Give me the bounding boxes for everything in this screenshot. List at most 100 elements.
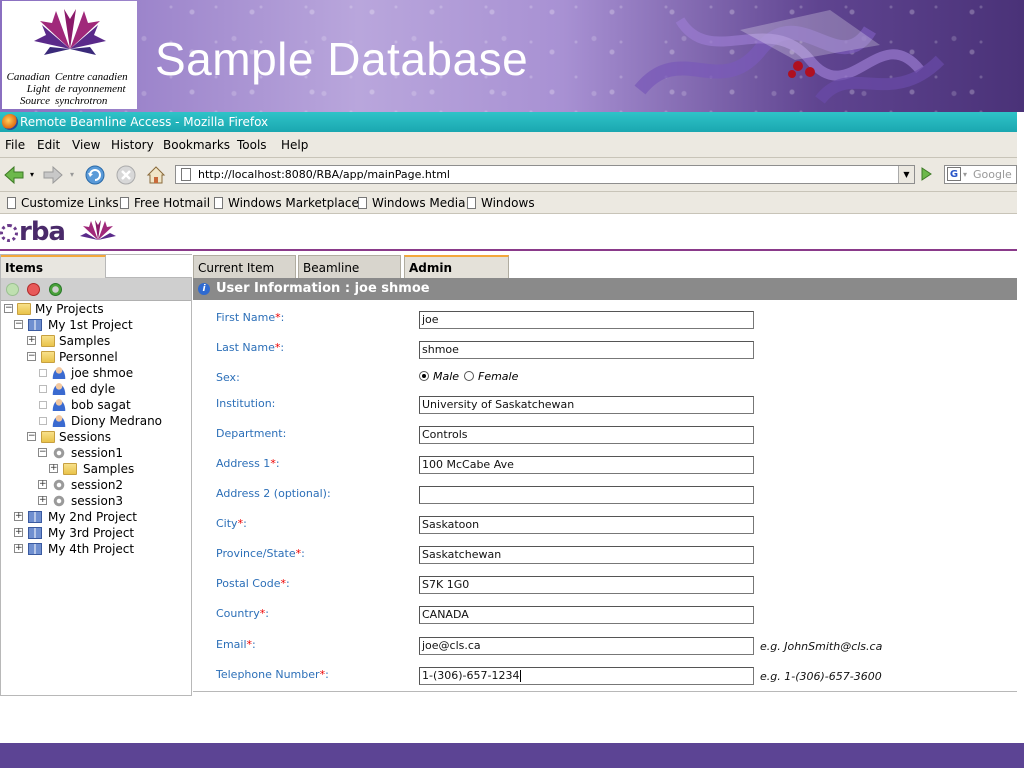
stop-icon[interactable] <box>115 164 137 186</box>
menu-view[interactable]: View <box>72 138 100 152</box>
address-1-input[interactable]: 100 McCabe Ave <box>419 456 754 474</box>
menu-help[interactable]: Help <box>281 138 308 152</box>
forward-arrow-icon[interactable] <box>42 164 64 186</box>
province-state-input[interactable]: Saskatchewan <box>419 546 754 564</box>
tree-label: My Projects <box>35 302 104 316</box>
delete-item-icon[interactable] <box>27 283 40 296</box>
postal-code-input[interactable]: S7K 1G0 <box>419 576 754 594</box>
refresh-items-icon[interactable] <box>49 283 62 296</box>
tree-label: Personnel <box>59 350 118 364</box>
reload-icon[interactable] <box>84 164 106 186</box>
expand-icon[interactable]: + <box>14 528 23 537</box>
url-dropdown-icon[interactable]: ▼ <box>898 166 914 183</box>
expand-icon[interactable]: + <box>49 464 58 473</box>
gear-icon <box>52 447 66 459</box>
postal-code-label: Postal Code*: <box>216 577 290 590</box>
tree-label: My 3rd Project <box>48 526 135 540</box>
institution-input[interactable]: University of Saskatchewan <box>419 396 754 414</box>
required-marker: * <box>319 668 326 681</box>
book-icon <box>28 319 42 331</box>
required-marker: * <box>280 577 286 590</box>
address-1-label: Address 1*: <box>216 457 280 470</box>
institution-label: Institution: <box>216 397 276 410</box>
last-name-input[interactable]: shmoe <box>419 341 754 359</box>
url-bar[interactable]: http://localhost:8080/RBA/app/mainPage.h… <box>175 165 915 184</box>
menu-file[interactable]: File <box>5 138 25 152</box>
expand-icon[interactable]: + <box>14 512 23 521</box>
link-windows-media[interactable]: Windows Media <box>356 196 465 210</box>
menu-tools[interactable]: Tools <box>237 138 267 152</box>
sex-male-label[interactable]: Male <box>433 370 459 383</box>
window-titlebar[interactable]: Remote Beamline Access - Mozilla Firefox <box>0 112 1017 132</box>
go-arrow-icon[interactable] <box>918 166 934 182</box>
person-icon <box>52 367 66 379</box>
address-2-input[interactable] <box>419 486 754 504</box>
sex-female-radio[interactable] <box>464 371 474 381</box>
expand-icon[interactable]: + <box>38 480 47 489</box>
window-title: Remote Beamline Access - Mozilla Firefox <box>20 115 269 129</box>
label-text: Postal Code <box>216 577 281 590</box>
page-icon <box>181 168 191 181</box>
tab-items[interactable]: Items <box>1 255 106 278</box>
google-search-icon[interactable]: G <box>947 167 961 181</box>
address-2-label: Address 2 (optional): <box>216 487 331 500</box>
page-icon <box>467 197 476 209</box>
form-header: i User Information : joe shmoe <box>193 278 1017 300</box>
form-title: User Information : joe shmoe <box>216 281 430 296</box>
back-arrow-icon[interactable] <box>3 164 25 186</box>
collapse-icon[interactable]: − <box>14 320 23 329</box>
tree-label: My 4th Project <box>48 542 135 556</box>
country-input[interactable]: CANADA <box>419 606 754 624</box>
email-hint: e.g. JohnSmith@cls.ca <box>760 640 883 653</box>
city-input[interactable]: Saskatoon <box>419 516 754 534</box>
link-label: Free Hotmail <box>134 196 211 210</box>
collapse-icon[interactable]: − <box>38 448 47 457</box>
logo-line: Source <box>19 95 50 107</box>
telephone-input[interactable]: 1-(306)-657-1234 <box>419 667 754 685</box>
logo-line: Light <box>26 83 50 95</box>
back-dropdown-icon[interactable]: ▾ <box>30 170 34 179</box>
menu-bookmarks[interactable]: Bookmarks <box>163 138 230 152</box>
menu-edit[interactable]: Edit <box>37 138 60 152</box>
text-caret <box>520 670 522 682</box>
menu-history[interactable]: History <box>111 138 154 152</box>
collapse-icon[interactable]: − <box>4 304 13 313</box>
tree-label: joe shmoe <box>71 366 134 380</box>
telephone-value: 1-(306)-657-1234 <box>422 669 520 682</box>
link-free-hotmail[interactable]: Free Hotmail <box>118 196 210 210</box>
required-marker: * <box>237 517 244 530</box>
collapse-icon[interactable]: − <box>27 432 36 441</box>
first-name-input[interactable]: joe <box>419 311 754 329</box>
main-tabs: Current Item Beamline Admin <box>193 254 1017 278</box>
checkbox[interactable] <box>39 385 47 393</box>
checkbox[interactable] <box>39 417 47 425</box>
collapse-icon[interactable]: − <box>27 352 36 361</box>
book-icon <box>28 527 42 539</box>
sex-female-label[interactable]: Female <box>478 370 518 383</box>
expand-icon[interactable]: + <box>14 544 23 553</box>
label-text: Last Name <box>216 341 275 354</box>
search-engine-dropdown-icon[interactable]: ▾ <box>963 166 967 183</box>
email-input[interactable]: joe@cls.ca <box>419 637 754 655</box>
sex-male-radio[interactable] <box>419 371 429 381</box>
expand-icon[interactable]: + <box>27 336 36 345</box>
person-icon <box>52 399 66 411</box>
forward-dropdown-icon[interactable]: ▾ <box>70 170 74 179</box>
tab-admin[interactable]: Admin <box>404 255 509 278</box>
first-name-label: First Name*: <box>216 311 285 324</box>
department-label: Department: <box>216 427 287 440</box>
checkbox[interactable] <box>39 401 47 409</box>
link-customize-links[interactable]: Customize Links <box>5 196 119 210</box>
search-bar[interactable]: G ▾ Google <box>944 165 1017 184</box>
home-icon[interactable] <box>145 164 167 186</box>
add-item-icon[interactable] <box>6 283 19 296</box>
link-windows[interactable]: Windows <box>465 196 535 210</box>
tab-current-item[interactable]: Current Item <box>193 255 296 278</box>
checkbox[interactable] <box>39 369 47 377</box>
link-windows-marketplace[interactable]: Windows Marketplace <box>212 196 359 210</box>
tree-label: Sessions <box>59 430 112 444</box>
department-input[interactable]: Controls <box>419 426 754 444</box>
person-icon <box>52 415 66 427</box>
expand-icon[interactable]: + <box>38 496 47 505</box>
tab-beamline[interactable]: Beamline <box>298 255 401 278</box>
